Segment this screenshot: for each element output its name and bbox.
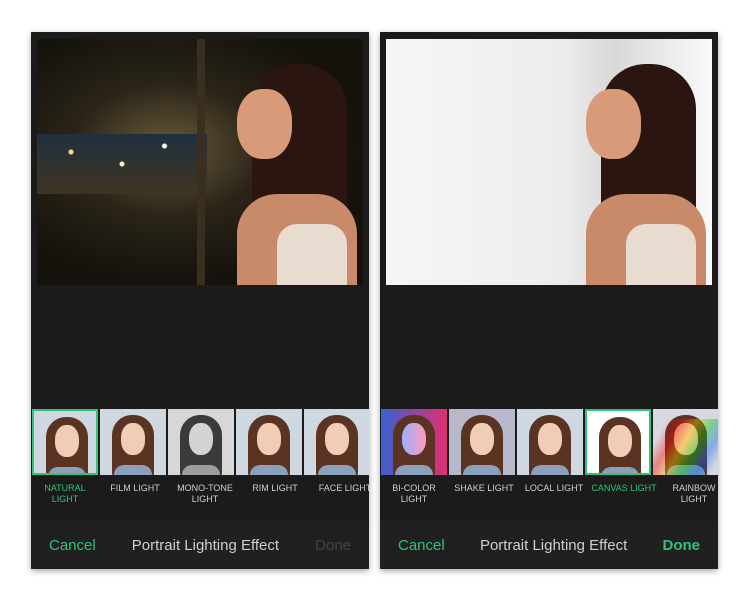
effect-thumb-local-light[interactable] (517, 409, 583, 475)
effect-thumb-rim-light[interactable] (236, 409, 302, 475)
effect-thumb-mono-tone-light[interactable] (168, 409, 234, 475)
effect-thumb-face-light[interactable] (304, 409, 369, 475)
effect-thumb-shake-light[interactable] (449, 409, 515, 475)
effect-label[interactable]: NATURAL LIGHT (31, 483, 99, 505)
city-lights-background (37, 134, 207, 194)
effect-thumb-film-light[interactable] (100, 409, 166, 475)
effect-label[interactable]: MONO-TONE LIGHT (171, 483, 239, 505)
effect-label[interactable]: RIM LIGHT (241, 483, 309, 505)
effect-label[interactable]: FACE LIGHT (311, 483, 379, 505)
effect-label[interactable]: CANVAS LIGHT (590, 483, 658, 505)
cancel-button[interactable]: Cancel (398, 537, 445, 554)
effect-thumb-natural-light[interactable] (32, 409, 98, 475)
effect-thumb-canvas-light[interactable] (585, 409, 651, 475)
bottom-bar: Cancel Portrait Lighting Effect Done (380, 521, 718, 569)
screen-title: Portrait Lighting Effect (131, 536, 280, 554)
effect-thumb-bi-color-light[interactable] (381, 409, 447, 475)
done-button[interactable]: Done (662, 537, 700, 554)
bottom-bar: Cancel Portrait Lighting Effect Done (31, 521, 369, 569)
effect-label[interactable]: LOCAL LIGHT (520, 483, 588, 505)
phone-screen-natural-light: NATURAL LIGHT FILM LIGHT MONO-TONE LIGHT… (31, 32, 371, 569)
effect-label[interactable]: SHAKE LIGHT (450, 483, 518, 505)
portrait-subject (556, 64, 706, 285)
effect-label[interactable]: FILM LIGHT (101, 483, 169, 505)
window-frame (197, 39, 205, 285)
effect-thumbnails[interactable] (31, 409, 369, 475)
effect-thumbnails[interactable] (380, 409, 718, 475)
effect-label[interactable]: BI-COLOR LIGHT (380, 483, 448, 505)
cancel-button[interactable]: Cancel (49, 537, 96, 554)
photo-preview (37, 39, 363, 285)
effect-thumb-rainbow-light[interactable] (653, 409, 718, 475)
photo-preview (386, 39, 712, 285)
portrait-subject (207, 64, 357, 285)
done-button[interactable]: Done (315, 537, 351, 554)
effect-label[interactable]: RAINBOW LIGHT (660, 483, 728, 505)
screen-title: Portrait Lighting Effect (479, 536, 628, 554)
phone-screen-canvas-light: BI-COLOR LIGHT SHAKE LIGHT LOCAL LIGHT C… (380, 32, 718, 569)
